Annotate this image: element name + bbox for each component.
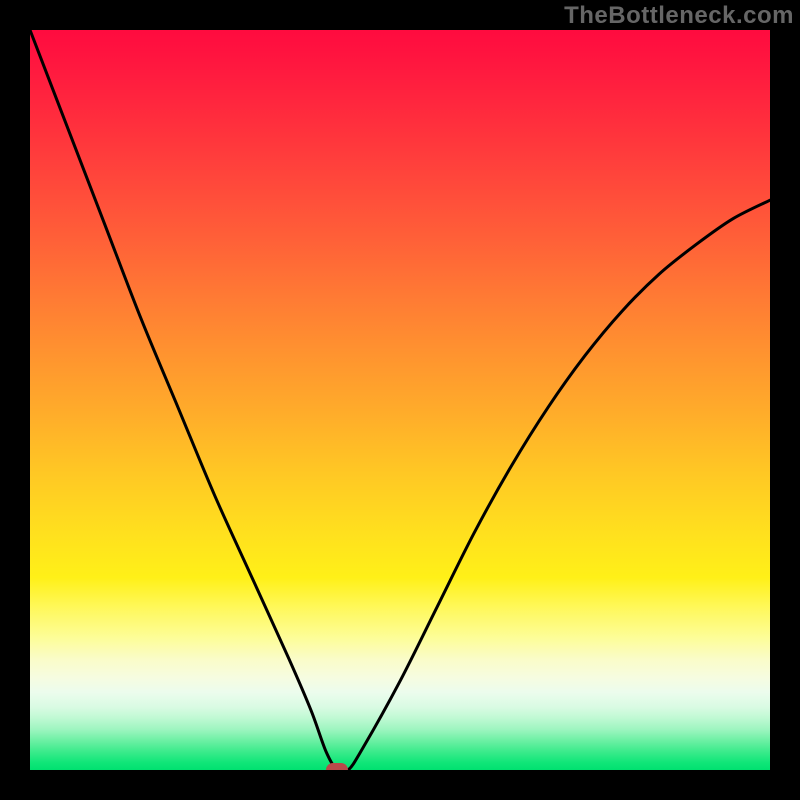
chart-container: TheBottleneck.com xyxy=(0,0,800,800)
optimum-marker xyxy=(326,763,348,770)
watermark-text: TheBottleneck.com xyxy=(564,2,794,30)
curve-svg xyxy=(30,30,770,770)
bottleneck-curve xyxy=(30,30,770,770)
plot-area xyxy=(30,30,770,770)
